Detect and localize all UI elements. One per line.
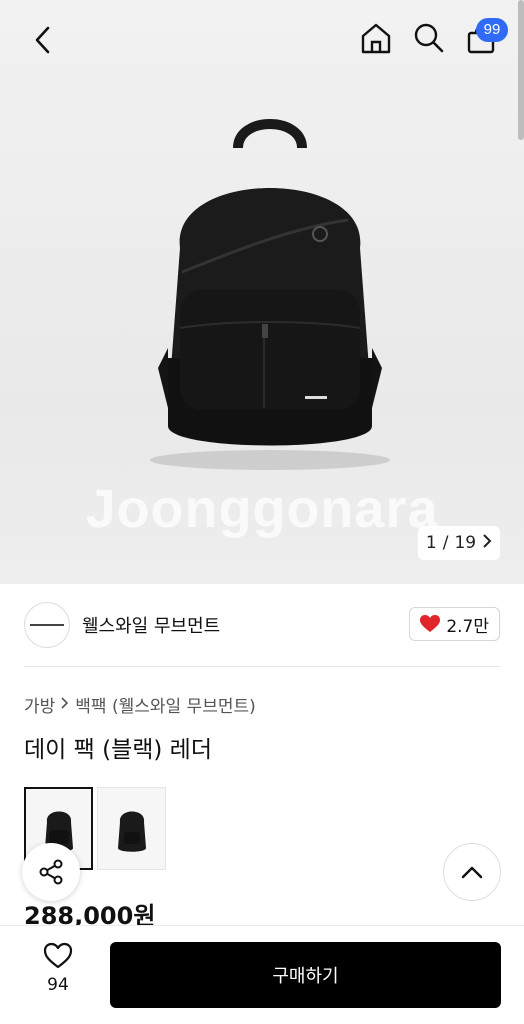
shop-logo-icon [30,624,64,626]
top-navigation-bar: 99 [0,0,524,80]
shop-info[interactable]: 웰스와일 무브먼트 2.7만 [24,600,500,650]
heart-outline-icon [43,942,73,969]
heart-icon [420,615,441,632]
home-button[interactable] [355,17,397,59]
bottom-action-bar: 94 구매하기 [0,925,524,1024]
thumbnail-2[interactable] [97,787,166,870]
share-button[interactable] [22,843,80,901]
breadcrumb-category[interactable]: 가방 [24,692,55,717]
product-title: 데이 팩 (블랙) 레더 [24,737,212,763]
shop-like-button[interactable]: 2.7만 [409,607,500,641]
breadcrumb: 가방 백팩 (웰스와일 무브먼트) [24,692,256,717]
search-icon [414,23,444,53]
buy-button[interactable]: 구매하기 [110,942,501,1008]
home-icon [361,23,391,54]
image-counter-separator: / [442,533,449,553]
breadcrumb-subcategory[interactable]: 백팩 (웰스와일 무브먼트) [75,692,255,717]
chevron-left-icon [35,26,50,54]
chevron-right-icon [482,533,492,553]
backpack-image [150,119,390,470]
image-counter[interactable]: 1 / 19 [418,526,500,560]
shop-name[interactable]: 웰스와일 무브먼트 [82,612,220,638]
wish-button[interactable]: 94 [28,942,88,1008]
back-button[interactable] [22,20,62,60]
search-button[interactable] [408,17,450,59]
image-counter-current: 1 [425,533,437,553]
chevron-up-icon [461,866,483,879]
cart-count-badge: 99 [476,18,508,42]
scroll-to-top-button[interactable] [443,843,501,901]
shop-like-count: 2.7만 [446,616,489,637]
divider [24,666,500,667]
backpack-thumbnail-image [117,811,146,852]
chevron-right-icon [61,696,69,713]
product-image-gallery[interactable]: Joonggonara 1 / 19 [0,0,524,584]
shop-avatar[interactable] [24,602,70,648]
wish-count: 94 [47,975,69,995]
share-icon [39,859,63,885]
image-counter-total: 19 [454,533,477,553]
